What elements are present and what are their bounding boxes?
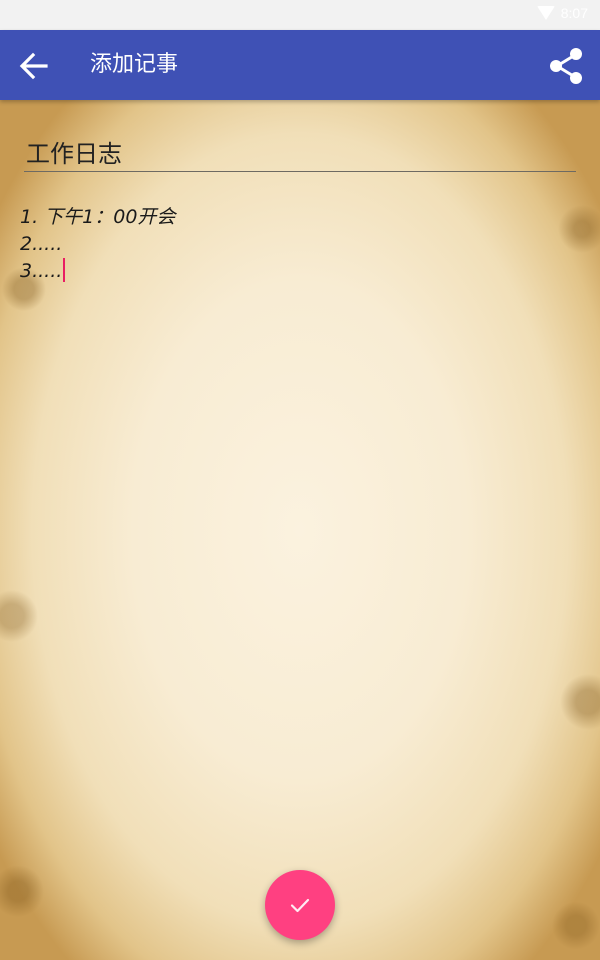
content-line: 3..... <box>20 258 580 285</box>
page-title: 添加记事 <box>90 52 179 77</box>
status-time: 8:07 <box>560 5 588 21</box>
save-button[interactable] <box>265 870 335 940</box>
app-bar: 添加记事 <box>0 30 600 100</box>
note-title-input[interactable] <box>24 132 576 172</box>
arrow-left-icon <box>19 52 48 80</box>
note-content-input[interactable]: 1. 下午1：00开会 2..... 3..... <box>20 204 580 285</box>
status-bar: 8:07 <box>0 0 600 30</box>
share-icon <box>550 48 582 84</box>
wifi-icon <box>536 6 555 20</box>
share-button[interactable] <box>546 46 586 86</box>
content-line: 1. 下午1：00开会 <box>20 206 176 228</box>
status-icons: 8:07 <box>536 5 588 21</box>
check-icon <box>290 898 310 913</box>
text-cursor <box>63 258 66 282</box>
content-line-text: 3..... <box>20 260 63 282</box>
back-button[interactable] <box>14 46 54 86</box>
content-line: 2..... <box>20 233 63 255</box>
